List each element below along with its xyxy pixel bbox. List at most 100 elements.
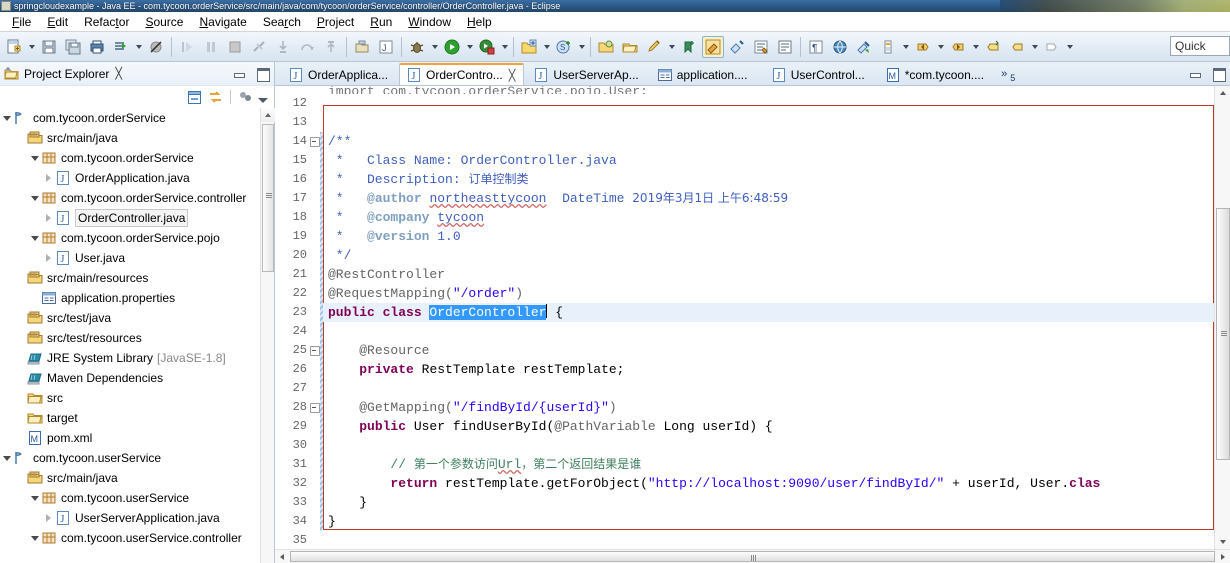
debug-icon[interactable] [406,36,428,58]
collapse-arrow-icon[interactable] [28,188,41,208]
next-annotation-icon[interactable] [912,36,934,58]
editor-scroll-left-button[interactable] [275,550,289,563]
editor-tab[interactable]: M *com.tycoon.... [878,63,993,85]
tree-item[interactable]: J OrderController.java [0,208,274,228]
menu-refactor[interactable]: Refactor [76,13,137,31]
editor-horizontal-scrollbar[interactable] [275,549,1230,563]
explorer-scroll-thumb[interactable] [262,124,274,272]
back-icon[interactable] [1006,36,1028,58]
expand-arrow-icon[interactable] [42,168,55,188]
new-annotation-icon[interactable] [643,36,665,58]
editor-scroll-thumb[interactable] [1216,208,1230,460]
code-line[interactable] [323,531,1214,549]
code-line[interactable]: } [323,512,1214,531]
back-arrow[interactable] [1029,36,1040,58]
code-line[interactable]: * @version 1.0 [323,227,1214,246]
print-icon[interactable] [86,36,108,58]
menu-source[interactable]: Source [137,13,191,31]
collapse-all-icon[interactable] [186,89,203,106]
code-line[interactable]: * @author northeasttycoon DateTime 2019年… [323,189,1214,208]
menu-project[interactable]: Project [309,13,362,31]
next-annotation-arrow[interactable] [935,36,946,58]
fold-toggle-icon[interactable] [309,341,320,360]
code-line[interactable]: // 第一个参数访问Url，第二个返回结果是谁 [323,455,1214,474]
run-last-tool-icon[interactable] [110,36,132,58]
tree-item[interactable]: J UserServerApplication.java [0,508,274,528]
tree-item[interactable]: src/main/java [0,128,274,148]
code-line[interactable] [323,113,1214,132]
new-spring-icon[interactable]: S [553,36,575,58]
resume-icon[interactable] [176,36,198,58]
tree-item[interactable]: src [0,388,274,408]
console-icon[interactable] [774,36,796,58]
expand-arrow-icon[interactable] [42,208,55,228]
code-line[interactable]: import com.tycoon.orderService.pojo.User… [323,86,1214,94]
tree-item[interactable]: com.tycoon.orderService.pojo [0,228,274,248]
tree-item[interactable]: J OrderApplication.java [0,168,274,188]
editor-scroll-up-button[interactable] [1216,86,1230,100]
new-java-project-arrow[interactable] [541,36,552,58]
code-line[interactable] [323,379,1214,398]
project-tree[interactable]: com.tycoon.orderService src/main/java com.… [0,108,274,563]
editor-scroll-right-button[interactable] [1216,550,1230,563]
editor-tab[interactable]: application.... [650,63,762,85]
menu-search[interactable]: Search [255,13,309,31]
maximize-editor-button[interactable] [1212,66,1226,82]
code-line[interactable]: @RequestMapping("/order") [323,284,1214,303]
collapse-arrow-icon[interactable] [0,448,13,468]
fold-toggle-icon[interactable] [309,132,320,151]
new-annotation-arrow[interactable] [666,36,677,58]
pilcrow-icon[interactable]: ¶ [805,36,827,58]
memory-icon[interactable] [877,36,899,58]
editor-vertical-scrollbar[interactable] [1214,86,1230,549]
tree-item[interactable]: com.tycoon.userService [0,448,274,468]
tree-item[interactable]: Mpom.xml [0,428,274,448]
new-wizard-icon[interactable] [3,36,25,58]
fold-toggle-icon[interactable] [309,398,320,417]
editor-tab[interactable]: J OrderApplica... [281,63,397,85]
code-line[interactable]: */ [323,246,1214,265]
editor-tab[interactable]: J UserServerAp... [526,63,647,85]
view-dropdown-icon[interactable] [258,97,268,103]
collapse-arrow-icon[interactable] [28,148,41,168]
code-line[interactable]: return restTemplate.getForObject("http:/… [323,474,1214,493]
coverage-arrow[interactable] [499,36,510,58]
tree-item[interactable]: Maven Dependencies [0,368,274,388]
tree-item[interactable]: J User.java [0,248,274,268]
debug-arrow[interactable] [429,36,440,58]
tree-item[interactable]: com.tycoon.userService [0,488,274,508]
web-browser-icon[interactable] [829,36,851,58]
tree-item[interactable]: application.properties [0,288,274,308]
explorer-vertical-scrollbar[interactable] [260,108,275,563]
menu-window[interactable]: Window [400,13,459,31]
forward-icon[interactable] [1041,36,1063,58]
previous-annotation-arrow[interactable] [970,36,981,58]
code-line[interactable]: public class OrderController { [323,303,1214,322]
highlight-icon[interactable] [702,35,724,58]
editor-tab[interactable]: J OrderContro... ╳ [399,63,525,85]
build-icon[interactable] [750,36,772,58]
editor-hscroll-thumb[interactable] [290,551,1215,562]
run-arrow[interactable] [464,36,475,58]
disconnect-icon[interactable] [248,36,270,58]
tag-icon[interactable] [678,36,700,58]
skip-all-breakpoints-icon[interactable] [145,36,167,58]
quick-access-field[interactable]: Quick [1170,36,1230,56]
editor-scroll-down-button[interactable] [1216,535,1230,549]
minimize-editor-button[interactable] [1188,66,1202,80]
menu-run[interactable]: Run [362,13,400,31]
code-editor[interactable]: 1112131415161718192021222324252627282930… [275,86,1230,563]
tree-item[interactable]: target [0,408,274,428]
collapse-arrow-icon[interactable] [28,488,41,508]
code-line[interactable] [323,94,1214,113]
run-icon[interactable] [441,36,463,58]
code-line[interactable] [323,322,1214,341]
tree-item[interactable]: src/main/java [0,468,274,488]
tree-item[interactable]: src/test/java [0,308,274,328]
step-over-icon[interactable] [296,36,318,58]
code-line[interactable]: @GetMapping("/findById/{userId}") [323,398,1214,417]
open-type-icon[interactable] [595,36,617,58]
tree-item[interactable]: JRE System Library [JavaSE-1.8] [0,348,274,368]
source-text[interactable]: import com.tycoon.orderService.pojo.User… [323,86,1214,549]
terminate-icon[interactable] [224,36,246,58]
